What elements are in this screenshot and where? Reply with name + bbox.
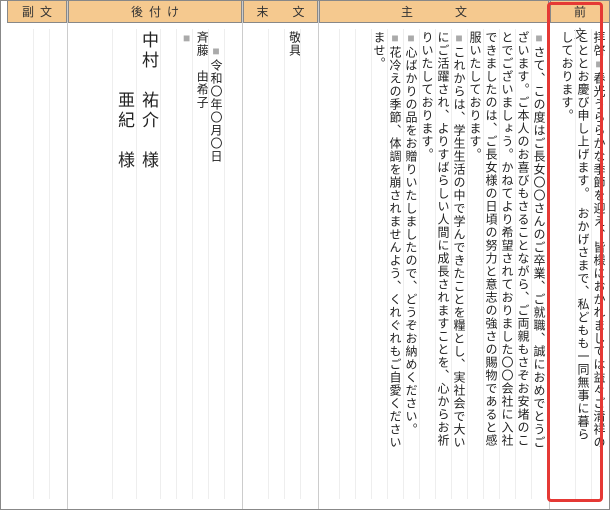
blank-column [49, 29, 65, 499]
text-column: できましたのは、ご長女様の日頃の努力と意志の強さの賜物であると感 [483, 29, 499, 499]
blank-column [33, 29, 49, 499]
text-column: ■さて、この度はご長女〇〇さんのご卒業、ご就職、誠におめでとうご [531, 29, 547, 499]
text-column: とでございましょう。かねてより希望されておりました〇〇会社に入社 [499, 29, 515, 499]
header-sub: 副文 [7, 1, 67, 23]
section-preface: 前 文 拝啓■春光うららかな季節を迎え、皆様におかれましては益々ご清祥のこととお… [549, 1, 609, 509]
blank-column [224, 29, 240, 499]
blank-column [268, 29, 284, 499]
letter-container: 前 文 拝啓■春光うららかな季節を迎え、皆様におかれましては益々ご清祥のこととお… [1, 1, 609, 509]
blank-column [192, 29, 208, 499]
text-column: ざいます。ご本人のお喜びもさることながら、ご両親もさぞお安堵のこ [515, 29, 531, 499]
text-column: ■心ばかりの品をお贈りいたしましたので、どうぞお納めください。 [403, 29, 419, 499]
blank-column [160, 29, 176, 499]
blank-column [300, 29, 316, 499]
body-end: 敬具 [243, 23, 318, 509]
body-append: ■令和〇年〇月〇日斉藤 由希子■ 中村 祐介 様 亜紀 様 [68, 23, 242, 509]
body-main: ■さて、この度はご長女〇〇さんのご卒業、ご就職、誠におめでとうございます。ご本人… [319, 23, 549, 509]
blank-column [17, 29, 33, 499]
section-append: 後付け ■令和〇年〇月〇日斉藤 由希子■ 中村 祐介 様 亜紀 様 [67, 1, 242, 509]
text-column: こととお慶び申し上げます。 おかげさまで、私どもも一同無事に暮ら [575, 29, 591, 499]
blank-column [252, 29, 268, 499]
date-column: ■令和〇年〇月〇日 [208, 29, 224, 499]
sender-column: 斉藤 由希子■ [176, 29, 192, 499]
body-preface: 拝啓■春光うららかな季節を迎え、皆様におかれましては益々ご清祥のこととお慶び申し… [550, 23, 609, 509]
text-column: ■花冷えの季節、体調を崩されませんよう、くれぐれもご自愛ください [387, 29, 403, 499]
text-column: 服いたしております。 [467, 29, 483, 499]
recipient2-column: 亜紀 様 [112, 29, 136, 499]
text-column: りいたしております。 [419, 29, 435, 499]
body-sub [7, 23, 67, 509]
section-end: 末 文 敬具 [242, 1, 318, 509]
blank-column [339, 29, 355, 499]
blank-column [323, 29, 339, 499]
text-column: 拝啓■春光うららかな季節を迎え、皆様におかれましては益々ご清祥の [591, 29, 607, 499]
section-main: 主 文 ■さて、この度はご長女〇〇さんのご卒業、ご就職、誠におめでとうございます… [318, 1, 549, 509]
blank-column [355, 29, 371, 499]
blank-column [96, 29, 112, 499]
text-column: にご活躍され、よりすばらしい人間に成長されますことを、心からお祈 [435, 29, 451, 499]
recipient-column: 中村 祐介 様 [136, 29, 160, 499]
header-append: 後付け [68, 1, 242, 23]
header-end: 末 文 [243, 1, 318, 23]
header-preface: 前 文 [550, 1, 609, 23]
text-column: ■これからは、学生生活の中で学んできたことを糧とし、実社会で大い [451, 29, 467, 499]
text-column: ませ。 [371, 29, 387, 499]
header-main: 主 文 [319, 1, 549, 23]
text-column: しております。 [559, 29, 575, 499]
section-sub: 副文 [7, 1, 67, 509]
closing-column: 敬具 [284, 29, 300, 499]
